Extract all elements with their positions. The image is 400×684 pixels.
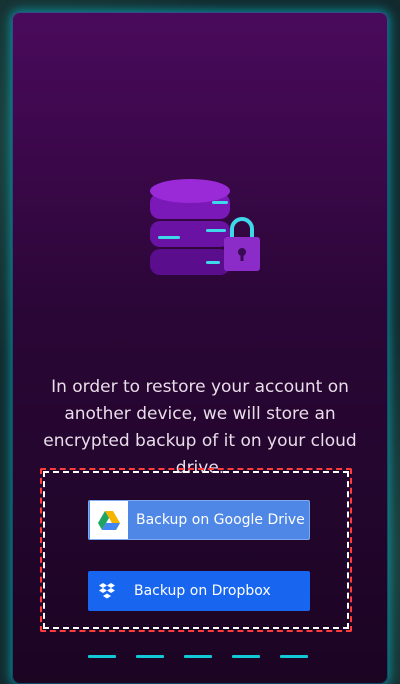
restore-panel: In order to restore your account on anot… bbox=[12, 12, 388, 684]
page-indicator-dot[interactable] bbox=[184, 655, 212, 658]
page-indicator-dot[interactable] bbox=[136, 655, 164, 658]
page-indicator bbox=[88, 655, 308, 658]
backup-dropbox-button[interactable]: Backup on Dropbox bbox=[88, 571, 310, 611]
dropbox-button-label: Backup on Dropbox bbox=[134, 583, 271, 599]
page-indicator-dot[interactable] bbox=[88, 655, 116, 658]
google-drive-button-label: Backup on Google Drive bbox=[136, 512, 305, 528]
backup-explanation-text: In order to restore your account on anot… bbox=[43, 377, 357, 478]
database-lock-icon bbox=[148, 177, 268, 287]
dropbox-icon bbox=[88, 572, 126, 610]
page-indicator-dot[interactable] bbox=[280, 655, 308, 658]
google-drive-icon bbox=[90, 501, 128, 539]
page-indicator-dot[interactable] bbox=[232, 655, 260, 658]
backup-google-drive-button[interactable]: Backup on Google Drive bbox=[88, 500, 310, 540]
